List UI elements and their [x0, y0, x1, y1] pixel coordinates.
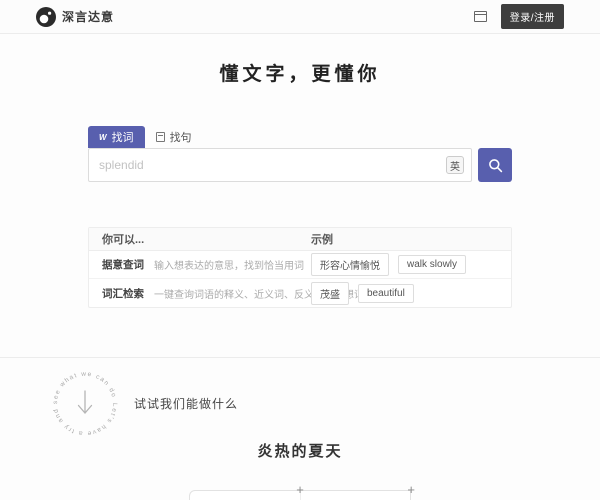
header-example: 示例 — [311, 231, 511, 247]
example-chip[interactable]: beautiful — [358, 284, 414, 303]
browser-window-icon[interactable] — [474, 11, 487, 22]
feature-name: 据意查词 — [102, 257, 144, 272]
search-button[interactable] — [478, 148, 512, 182]
example-chip[interactable]: 形容心情愉悦 — [311, 253, 389, 276]
tab-find-sentences[interactable]: 找句 — [145, 126, 203, 148]
brand[interactable]: 深言达意 — [36, 7, 114, 27]
examples-table-header: 你可以... 示例 — [89, 228, 511, 251]
language-toggle[interactable]: 英 — [446, 156, 464, 174]
down-arrow-icon — [79, 391, 92, 413]
plus-marker: + — [296, 483, 304, 496]
search-box: 英 — [88, 148, 512, 182]
search-tabs: W 找词 找句 — [88, 126, 512, 148]
demo-word-title: 炎热的夏天 — [0, 440, 600, 461]
document-icon — [156, 132, 165, 142]
examples-table: 你可以... 示例 据意查词 输入想表达的意思，找到恰当用词 形容心情愉悦 wa… — [88, 227, 512, 308]
search-input-wrap: 英 — [88, 148, 472, 182]
table-row: 词汇检索 一键查询词语的释义、近义词、反义词、联想词等 茂盛 beautiful — [89, 279, 511, 307]
try-label: 试试我们能做什么 — [134, 395, 238, 412]
page-title: 懂文字，更懂你 — [0, 62, 600, 88]
tab-find-words-label: 找词 — [112, 129, 134, 145]
try-section: Let's have a try and see what we can do … — [52, 370, 600, 436]
demo-cards: + + — [189, 490, 411, 500]
search-input[interactable] — [89, 158, 446, 172]
example-chip[interactable]: 茂盛 — [311, 282, 349, 305]
brand-name: 深言达意 — [62, 8, 114, 25]
search-section: W 找词 找句 英 你可以... 示例 据意查词 输入想表达的意思，找 — [88, 126, 512, 308]
search-icon — [488, 158, 503, 173]
login-register-button[interactable]: 登录/注册 — [501, 4, 564, 29]
table-row: 据意查词 输入想表达的意思，找到恰当用词 形容心情愉悦 walk slowly — [89, 251, 511, 279]
section-divider — [0, 357, 600, 358]
plus-marker: + — [407, 483, 415, 496]
brand-logo-icon — [36, 7, 56, 27]
circular-text-arrow: Let's have a try and see what we can do — [52, 370, 118, 436]
tab-find-words[interactable]: W 找词 — [88, 126, 145, 148]
feature-name: 词汇检索 — [102, 286, 144, 301]
top-bar: 深言达意 登录/注册 — [0, 0, 600, 34]
example-chip[interactable]: walk slowly — [398, 255, 466, 274]
feature-description: 输入想表达的意思，找到恰当用词 — [154, 257, 304, 272]
wantwords-icon: W — [99, 133, 107, 142]
header-you-can: 你可以... — [89, 231, 311, 247]
tab-find-sentences-label: 找句 — [170, 129, 192, 145]
